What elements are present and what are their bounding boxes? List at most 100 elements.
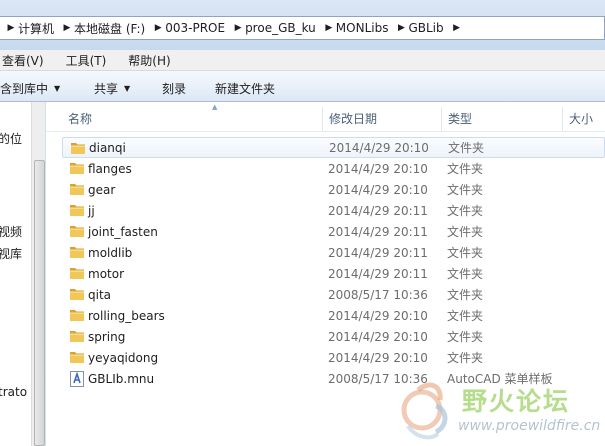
breadcrumb-monlibs[interactable]: ▶ MONLibs [322,17,395,39]
file-name[interactable]: gear [88,183,115,197]
command-bar: 包含到库中 ▼ 共享 ▼ 刻录 新建文件夹 [0,71,605,102]
folder-icon [69,224,85,238]
folder-icon [70,141,86,155]
breadcrumb-label[interactable]: GBLib [408,21,449,35]
nav-item[interactable]: 视库 [0,245,22,262]
chevron-down-icon: ▼ [124,84,131,93]
breadcrumb-separator-icon[interactable]: ▶ [60,23,74,33]
file-name[interactable]: spring [88,330,125,344]
file-name[interactable]: GBLIb.mnu [88,372,154,386]
breadcrumb-separator-icon[interactable]: ▶ [394,23,408,33]
breadcrumb-label[interactable]: 计算机 [18,20,60,37]
new-folder-button[interactable]: 新建文件夹 [215,80,275,97]
file-name[interactable]: qita [88,288,111,302]
file-name[interactable]: flanges [88,162,132,176]
breadcrumb-computer[interactable]: ▶ 计算机 [4,17,60,39]
file-type: 文件夹 [447,351,484,365]
breadcrumb-separator-icon[interactable]: ▶ [231,23,245,33]
folder-icon [69,329,85,343]
breadcrumb-local-disk[interactable]: ▶ 本地磁盘 (F:) [60,17,151,39]
file-modified-date: 2014/4/29 20:11 [328,245,428,260]
file-name[interactable]: dianqi [89,141,126,155]
file-modified-date: 2014/4/29 20:10 [328,308,428,323]
share-button[interactable]: 共享 ▼ [94,80,130,97]
breadcrumb-gblib[interactable]: ▶ GBLib [394,17,449,39]
nav-scrollbar[interactable] [31,102,45,446]
breadcrumb-label[interactable]: proe_GB_ku [245,21,322,35]
file-name[interactable]: yeyaqidong [88,351,158,365]
menu-view[interactable]: 查看(V) [2,52,44,69]
include-in-library-button[interactable]: 包含到库中 ▼ [0,80,60,97]
file-type: 文件夹 [447,267,484,281]
nav-item[interactable]: 的位 [0,130,22,147]
file-row[interactable]: dianqi 2014/4/29 20:10 文件夹 [62,137,605,158]
breadcrumb-separator-icon[interactable]: ▶ [151,23,165,33]
include-in-library-label: 包含到库中 [0,82,49,96]
breadcrumb-proe-gb-ku[interactable]: ▶ proe_GB_ku [231,17,322,39]
file-row[interactable]: gear 2014/4/29 20:10 文件夹 [62,179,605,200]
breadcrumb-separator-icon[interactable]: ▶ [4,23,18,33]
file-type: AutoCAD 菜单样板 [447,372,553,386]
folder-icon [69,266,85,280]
file-name[interactable]: joint_fasten [88,225,158,239]
column-header-name[interactable]: 名称 [62,107,322,132]
file-name[interactable]: rolling_bears [88,309,165,323]
share-label: 共享 [94,82,119,96]
file-row[interactable]: yeyaqidong 2014/4/29 20:10 文件夹 [62,347,605,368]
file-row[interactable]: rolling_bears 2014/4/29 20:10 文件夹 [62,305,605,326]
folder-icon [69,182,85,196]
file-modified-date: 2014/4/29 20:11 [328,224,428,239]
file-row[interactable]: moldlib 2014/4/29 20:11 文件夹 [62,242,605,263]
folder-icon [69,350,85,364]
folder-icon [69,287,85,301]
menu-bar: 查看(V) 工具(T) 帮助(H) [0,50,605,71]
navigation-pane[interactable]: 的位 视频 视库 trato [0,102,46,446]
file-name[interactable]: jj [88,204,95,218]
autocad-menu-file-icon [69,371,85,387]
column-header-type[interactable]: 类型 [441,107,562,132]
menu-help[interactable]: 帮助(H) [128,52,170,69]
file-modified-date: 2014/4/29 20:10 [328,161,428,176]
file-type: 文件夹 [447,204,484,218]
folder-icon [69,203,85,217]
breadcrumb-label[interactable]: MONLibs [336,21,395,35]
breadcrumb-label[interactable]: 本地磁盘 (F:) [74,20,151,37]
file-name[interactable]: motor [88,267,124,281]
file-modified-date: 2008/5/17 10:36 [328,287,428,302]
nav-scrollbar-thumb[interactable] [34,160,45,446]
file-type: 文件夹 [447,288,484,302]
column-header-date[interactable]: 修改日期 [322,107,441,132]
file-modified-date: 2008/5/17 10:36 [328,371,428,386]
nav-item[interactable]: 视频 [0,223,22,240]
menu-tools[interactable]: 工具(T) [66,52,107,69]
file-modified-date: 2014/4/29 20:11 [328,266,428,281]
file-row[interactable]: motor 2014/4/29 20:11 文件夹 [62,263,605,284]
burn-button[interactable]: 刻录 [162,80,186,97]
breadcrumb-label[interactable]: 003-PROE [165,21,231,35]
file-row[interactable]: flanges 2014/4/29 20:10 文件夹 [62,158,605,179]
file-type: 文件夹 [447,309,484,323]
file-type: 文件夹 [447,246,484,260]
address-bar[interactable]: ▶ 计算机 ▶ 本地磁盘 (F:) ▶ 003-PROE ▶ proe_GB_k… [0,16,605,40]
file-name[interactable]: moldlib [88,246,132,260]
file-modified-date: 2014/4/29 20:10 [328,182,428,197]
breadcrumb-003-proe[interactable]: ▶ 003-PROE [151,17,231,39]
column-header-row: 名称 修改日期 类型 大小 [46,107,605,132]
breadcrumb-separator-icon[interactable]: ▶ [322,23,336,33]
column-header-size[interactable]: 大小 [562,107,605,132]
file-type: 文件夹 [447,183,484,197]
file-type: 文件夹 [447,162,484,176]
file-modified-date: 2014/4/29 20:10 [328,329,428,344]
file-list[interactable]: ▲ 名称 修改日期 类型 大小 dianqi 2014/4/29 20:10 文件夹… [46,102,605,446]
breadcrumb-trailing[interactable]: ▶ [450,17,464,39]
file-row[interactable]: jj 2014/4/29 20:11 文件夹 [62,200,605,221]
file-row[interactable]: qita 2008/5/17 10:36 文件夹 [62,284,605,305]
breadcrumb-separator-icon[interactable]: ▶ [450,23,464,33]
file-row[interactable]: joint_fasten 2014/4/29 20:11 文件夹 [62,221,605,242]
file-row[interactable]: GBLIb.mnu 2008/5/17 10:36 AutoCAD 菜单样板 [62,368,605,389]
file-type: 文件夹 [447,330,484,344]
file-modified-date: 2014/4/29 20:10 [329,140,429,155]
file-row[interactable]: spring 2014/4/29 20:10 文件夹 [62,326,605,347]
chevron-down-icon: ▼ [54,84,61,93]
nav-item[interactable]: trato [0,385,27,399]
